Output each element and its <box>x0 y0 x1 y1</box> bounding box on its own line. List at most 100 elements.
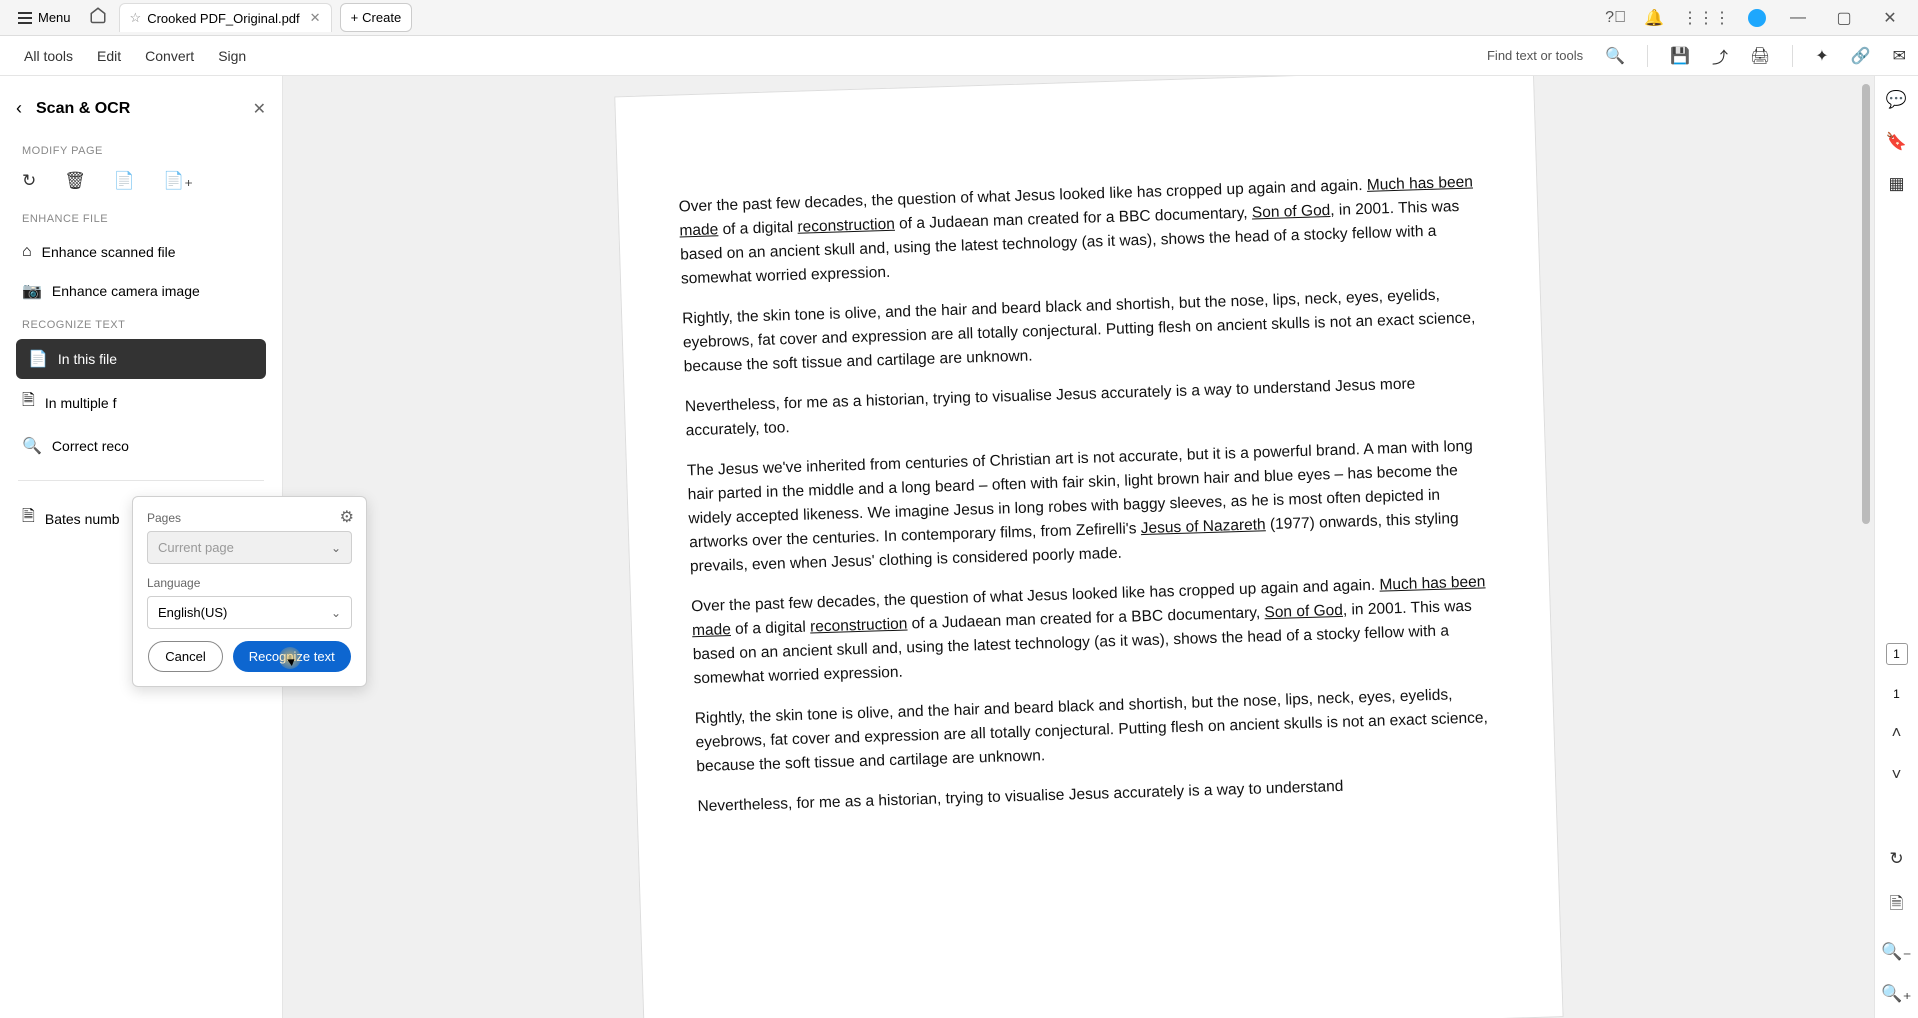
minimize-button[interactable]: — <box>1784 9 1812 27</box>
chat-icon[interactable]: 💬 <box>1886 90 1907 110</box>
popover-buttons: Cancel Recognize text <box>147 641 352 672</box>
menu-button[interactable]: Menu <box>8 4 81 31</box>
in-multiple-files-button[interactable]: 🗎 In multiple f <box>0 379 282 426</box>
files-icon: 🗎 <box>22 389 35 416</box>
find-label: Find text or tools <box>1487 48 1583 63</box>
camera-icon: 📷 <box>22 281 42 301</box>
titlebar-right: ?⃝ 🔔 ⋮⋮⋮ — ▢ ✕ <box>1605 8 1910 28</box>
rotate-view-icon[interactable]: ↻ <box>1889 849 1903 869</box>
pages-value: Current page <box>158 540 234 555</box>
help-icon[interactable]: ?⃝ <box>1605 9 1626 27</box>
search-icon[interactable]: 🔍 <box>1605 46 1625 66</box>
document-tab[interactable]: ☆ Crooked PDF_Original.pdf ✕ <box>119 3 332 32</box>
file-icon: 📄 <box>28 349 48 369</box>
right-rail: 💬 🔖 ▦ 1 1 ˄ ˅ ↻ 🗎 🔍₋ 🔍₊ <box>1874 76 1918 1018</box>
gear-icon[interactable]: ⚙ <box>340 507 354 527</box>
scrollbar-thumb[interactable] <box>1862 84 1870 524</box>
bookmark-icon[interactable]: 🔖 <box>1886 132 1907 152</box>
paragraph: Nevertheless, for me as a historian, try… <box>697 770 1495 819</box>
convert-tab[interactable]: Convert <box>133 38 206 74</box>
paragraph: Rightly, the skin tone is olive, and the… <box>681 282 1481 379</box>
cancel-button[interactable]: Cancel <box>148 641 222 672</box>
zoom-in-icon[interactable]: 🔍₊ <box>1881 984 1911 1004</box>
notification-icon[interactable]: 🔔 <box>1644 8 1664 28</box>
in-this-file-label: In this file <box>58 351 117 367</box>
close-tab-icon[interactable]: ✕ <box>310 10 321 26</box>
home-icon <box>89 6 107 24</box>
correct-reco-label: Correct reco <box>52 438 129 454</box>
down-icon[interactable]: ˅ <box>1892 765 1902 785</box>
back-icon[interactable]: ‹ <box>16 98 22 119</box>
avatar[interactable] <box>1748 9 1766 27</box>
magnify-icon: 🔍 <box>22 436 42 456</box>
all-tools-tab[interactable]: All tools <box>12 38 85 74</box>
tab-title: Crooked PDF_Original.pdf <box>147 11 299 26</box>
ai-assistant-icon[interactable]: ✦ <box>1815 46 1828 66</box>
bates-icon: 🗎 <box>22 505 35 532</box>
panels-icon[interactable]: ▦ <box>1888 174 1904 194</box>
close-panel-icon[interactable]: ✕ <box>253 99 266 119</box>
paragraph: Nevertheless, for me as a historian, try… <box>684 370 1483 443</box>
page-total: 1 <box>1893 687 1900 701</box>
paragraph: Over the past few decades, the question … <box>690 570 1491 691</box>
page-display-icon[interactable]: 🗎 <box>1890 891 1904 920</box>
document-area[interactable]: Over the past few decades, the question … <box>283 76 1874 1018</box>
email-icon[interactable]: ✉ <box>1893 46 1906 66</box>
extract-page-icon[interactable]: 📄₊ <box>163 171 193 191</box>
hamburger-icon <box>18 12 32 24</box>
menu-label: Menu <box>38 10 71 25</box>
up-icon[interactable]: ˄ <box>1892 723 1902 743</box>
apps-icon[interactable]: ⋮⋮⋮ <box>1682 8 1730 28</box>
section-modify-label: MODIFY PAGE <box>0 137 282 165</box>
edit-tab[interactable]: Edit <box>85 38 133 74</box>
panel-header: ‹ Scan & OCR ✕ <box>0 88 282 137</box>
in-multiple-label: In multiple f <box>45 395 117 411</box>
upload-icon[interactable]: ⤴ <box>1712 44 1728 68</box>
link-icon[interactable]: 🔗 <box>1851 46 1871 66</box>
paragraph: Over the past few decades, the question … <box>678 170 1479 291</box>
language-select[interactable]: English(US) ⌄ <box>147 596 352 629</box>
maximize-button[interactable]: ▢ <box>1830 8 1858 28</box>
enhance-camera-label: Enhance camera image <box>52 283 200 299</box>
chevron-down-icon: ⌄ <box>331 606 341 620</box>
star-icon[interactable]: ☆ <box>130 10 142 26</box>
page-indicator[interactable]: 1 <box>1886 643 1908 665</box>
save-icon[interactable]: 💾 <box>1670 46 1690 66</box>
recognize-text-popover: ⚙ Pages Current page ⌄ Language English(… <box>132 496 367 687</box>
divider <box>18 480 264 481</box>
main: ‹ Scan & OCR ✕ MODIFY PAGE ↻ 🗑 📄 📄₊ ENHA… <box>0 76 1918 1018</box>
modify-icons: ↻ 🗑 📄 📄₊ <box>0 165 282 205</box>
pages-label: Pages <box>147 511 352 525</box>
paragraph: Rightly, the skin tone is olive, and the… <box>694 682 1494 779</box>
scan-icon: ⌂ <box>22 243 32 261</box>
create-label: Create <box>362 10 401 25</box>
paragraph: The Jesus we've inherited from centuries… <box>686 434 1487 579</box>
delete-icon[interactable]: 🗑 <box>64 171 86 191</box>
in-this-file-button[interactable]: 📄 In this file <box>16 339 266 379</box>
zoom-out-icon[interactable]: 🔍₋ <box>1881 942 1911 962</box>
window-close-button[interactable]: ✕ <box>1876 8 1904 28</box>
create-button[interactable]: + Create <box>340 3 413 32</box>
section-enhance-label: ENHANCE FILE <box>0 205 282 233</box>
insert-page-icon[interactable]: 📄 <box>114 171 135 191</box>
home-button[interactable] <box>81 0 115 35</box>
language-value: English(US) <box>158 605 227 620</box>
section-recognize-label: RECOGNIZE TEXT <box>0 311 282 339</box>
language-label: Language <box>147 576 352 590</box>
divider <box>1647 45 1648 67</box>
recognize-text-button[interactable]: Recognize text <box>233 641 351 672</box>
enhance-scanned-label: Enhance scanned file <box>42 244 176 260</box>
print-icon[interactable]: 🖨 <box>1750 46 1770 66</box>
pdf-page: Over the past few decades, the question … <box>614 76 1563 1018</box>
bates-label: Bates numb <box>45 511 120 527</box>
enhance-scanned-button[interactable]: ⌂ Enhance scanned file <box>0 233 282 271</box>
sign-tab[interactable]: Sign <box>206 38 258 74</box>
rotate-icon[interactable]: ↻ <box>22 171 36 191</box>
correct-recognized-button[interactable]: 🔍 Correct reco <box>0 426 282 466</box>
toolbar: All tools Edit Convert Sign Find text or… <box>0 36 1918 76</box>
pages-select[interactable]: Current page ⌄ <box>147 531 352 564</box>
divider <box>1792 45 1793 67</box>
enhance-camera-button[interactable]: 📷 Enhance camera image <box>0 271 282 311</box>
titlebar: Menu ☆ Crooked PDF_Original.pdf ✕ + Crea… <box>0 0 1918 36</box>
plus-icon: + <box>351 10 359 25</box>
